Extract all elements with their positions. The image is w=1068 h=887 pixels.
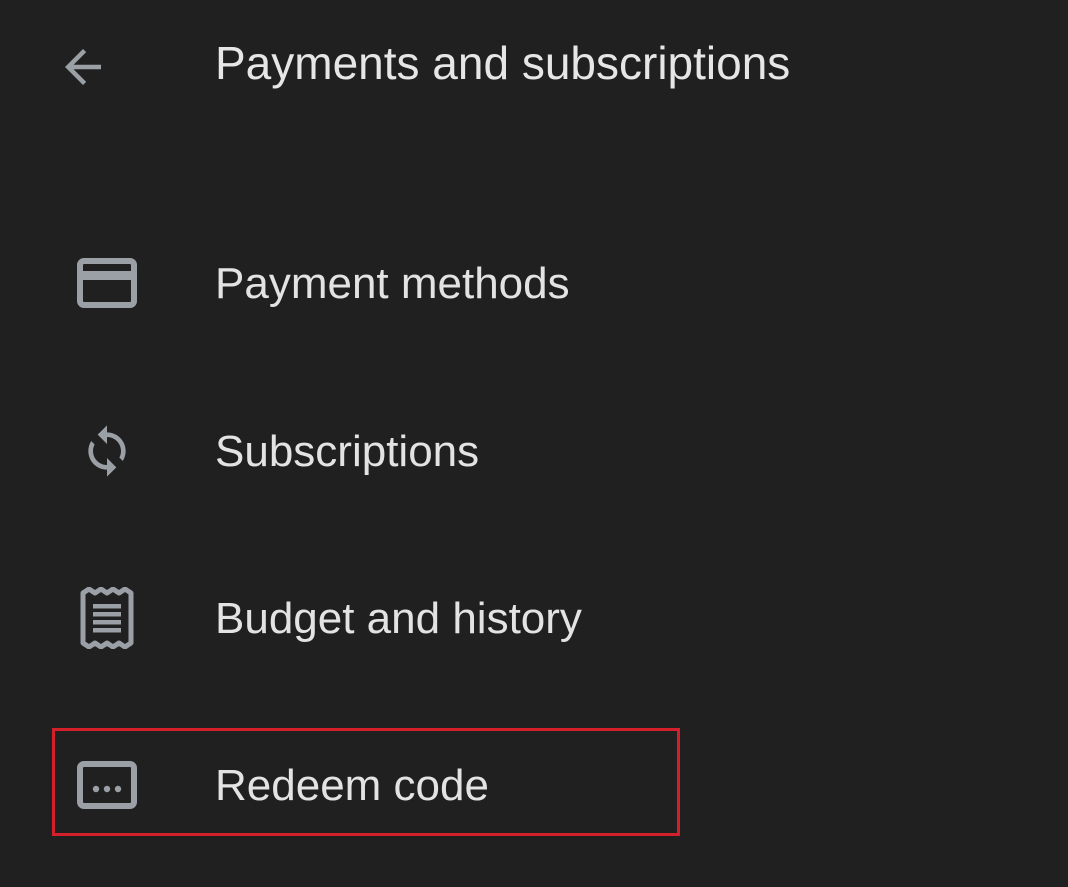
menu-item-payment-methods[interactable]: Payment methods xyxy=(0,228,1068,338)
redeem-code-icon xyxy=(72,754,142,816)
menu-item-label: Payment methods xyxy=(215,259,570,308)
receipt-icon xyxy=(72,587,142,649)
menu-item-subscriptions[interactable]: Subscriptions xyxy=(0,396,1068,506)
credit-card-icon xyxy=(72,252,142,314)
arrow-back-icon xyxy=(65,49,101,85)
menu-item-label: Redeem code xyxy=(215,761,489,810)
menu-item-label: Budget and history xyxy=(215,594,582,643)
menu-item-label: Subscriptions xyxy=(215,427,480,476)
sync-icon xyxy=(72,420,142,482)
page-title: Payments and subscriptions xyxy=(215,37,791,89)
menu-item-redeem-code[interactable]: Redeem code xyxy=(0,730,1068,840)
top-app-bar: Payments and subscriptions xyxy=(0,0,1068,130)
back-button[interactable] xyxy=(50,34,116,100)
menu-item-budget-and-history[interactable]: Budget and history xyxy=(0,563,1068,673)
